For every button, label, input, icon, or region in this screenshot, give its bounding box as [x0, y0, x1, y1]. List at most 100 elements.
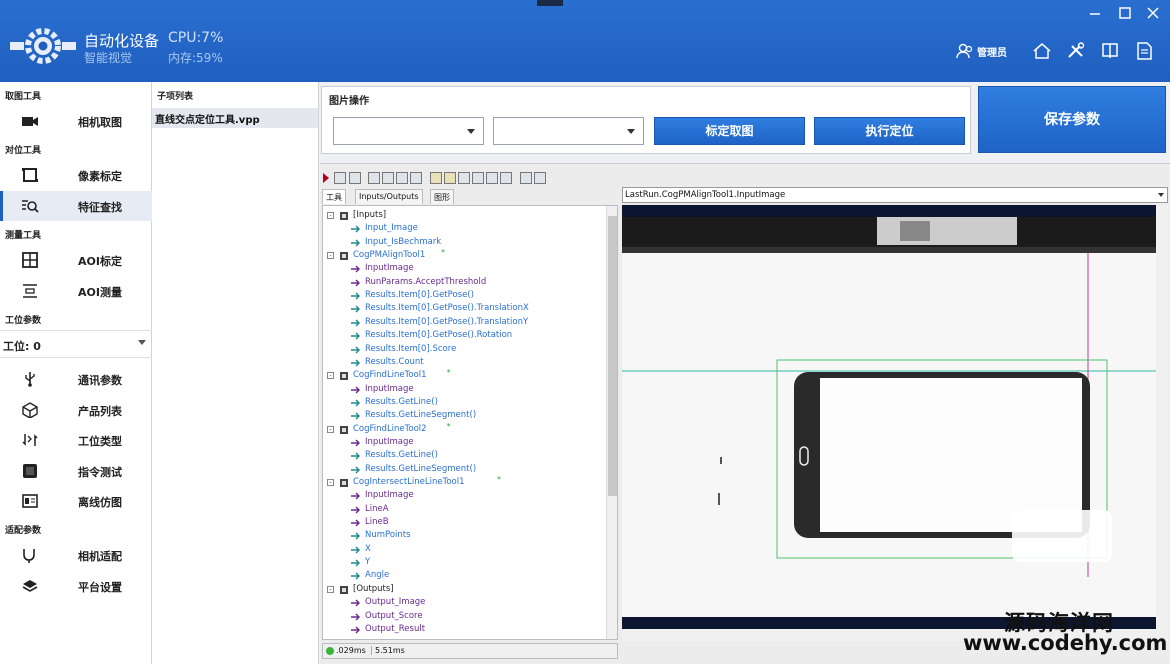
- gear-logo-icon: [10, 28, 76, 64]
- chevron-down-icon[interactable]: [1158, 193, 1164, 197]
- station-select[interactable]: 工位: 0: [0, 330, 152, 358]
- collapse-icon[interactable]: -: [327, 479, 334, 486]
- measure-icon: [23, 284, 37, 298]
- sidebar-item-feature-search[interactable]: 特征查找: [0, 191, 152, 221]
- toolbar-icon[interactable]: [458, 172, 470, 184]
- open-icon[interactable]: [368, 172, 380, 184]
- tree-node-label: Results.Item[0].GetPose().Rotation: [365, 330, 513, 341]
- toolbar-icon[interactable]: [472, 172, 484, 184]
- terminal-arrow-icon: [351, 279, 360, 287]
- toolbar-icon[interactable]: [349, 172, 361, 184]
- tree-node-label: Output_Score: [365, 610, 423, 621]
- close-icon[interactable]: [1142, 6, 1164, 24]
- toolbar-icon[interactable]: [500, 172, 512, 184]
- minimize-icon[interactable]: [1084, 6, 1106, 24]
- sidebar-item-platform-settings[interactable]: 平台设置: [0, 571, 152, 601]
- collapse-icon[interactable]: -: [327, 585, 334, 593]
- toolbar-icon[interactable]: [430, 172, 442, 184]
- tool-node-icon: [340, 372, 348, 381]
- image-select-1[interactable]: [333, 117, 484, 145]
- image-vscrollbar[interactable]: [1156, 205, 1168, 629]
- sidebar-item-command-test[interactable]: 指令测试: [0, 456, 152, 486]
- list-item[interactable]: 直线交点定位工具.vpp: [152, 108, 318, 128]
- sidebar-item-pixel-calibration[interactable]: 像素标定: [0, 160, 152, 190]
- execute-locate-button[interactable]: 执行定位: [814, 117, 965, 145]
- image-display[interactable]: [622, 205, 1156, 629]
- terminal-arrow-icon: [351, 346, 360, 353]
- tools-icon[interactable]: [1066, 42, 1086, 60]
- tree-node-label: Output_Image: [365, 597, 426, 608]
- grid-icon: [22, 252, 38, 268]
- chevron-down-icon[interactable]: [627, 129, 635, 134]
- home-icon[interactable]: [1032, 42, 1052, 60]
- sidebar-item-camera-adapt[interactable]: 相机适配: [0, 540, 152, 570]
- tree-node-label: Input_Image: [365, 223, 418, 234]
- header-bar: 自动化设备 智能视觉 CPU:7% 内存:59% 管理员: [0, 0, 1170, 82]
- chevron-down-icon[interactable]: [138, 340, 146, 345]
- maximize-icon[interactable]: [1114, 6, 1136, 24]
- title-bar-handle[interactable]: [537, 0, 563, 6]
- collapse-icon[interactable]: -: [327, 252, 334, 260]
- chevron-down-icon[interactable]: [467, 129, 475, 134]
- image-source-select[interactable]: LastRun.CogPMAlignTool1.InputImage: [622, 187, 1168, 203]
- run-icon[interactable]: [322, 173, 330, 183]
- tree-node-label: InputImage: [365, 263, 414, 274]
- tree-node-label: InputImage: [365, 490, 414, 501]
- sidebar-item-station-type[interactable]: 工位类型: [0, 425, 152, 455]
- memory-usage: 内存:59%: [168, 51, 223, 65]
- tab-inputs-outputs[interactable]: Inputs/Outputs: [355, 189, 423, 204]
- sidebar-item-comm-params[interactable]: 通讯参数: [0, 364, 152, 394]
- sidebar-item-product-list[interactable]: 产品列表: [0, 395, 152, 425]
- plug-icon: [23, 549, 35, 563]
- collapse-icon[interactable]: -: [327, 212, 334, 219]
- save-params-button[interactable]: 保存参数: [978, 86, 1166, 153]
- calibration-icon: [22, 168, 38, 182]
- tree-node-label: CogFindLineTool1: [353, 370, 427, 381]
- book-icon[interactable]: [1100, 42, 1120, 60]
- terminal-arrow-icon: [351, 292, 360, 300]
- calibrate-capture-button[interactable]: 标定取图: [654, 117, 805, 145]
- collapse-icon[interactable]: -: [327, 425, 334, 433]
- chart-icon[interactable]: [520, 172, 532, 184]
- document-icon[interactable]: [1134, 42, 1154, 60]
- help-icon[interactable]: [534, 172, 546, 184]
- terminal-arrow-icon: [351, 332, 360, 340]
- tree-scrollbar[interactable]: [606, 206, 617, 639]
- sidebar-item-aoi-measure[interactable]: AOI测量: [0, 276, 152, 306]
- image-select-2[interactable]: [493, 117, 644, 145]
- sidebar-item-label: 平台设置: [78, 581, 122, 594]
- user-icon[interactable]: [955, 42, 975, 60]
- tab-graphics[interactable]: 图形: [430, 189, 454, 204]
- tool-node-icon: [340, 585, 348, 594]
- admin-label[interactable]: 管理员: [977, 44, 1007, 59]
- sidebar-item-aoi-calibration[interactable]: AOI标定: [0, 245, 152, 275]
- feature-search-icon: [22, 200, 39, 213]
- sub-list-header: 子项列表: [157, 92, 194, 102]
- toolbar-icon[interactable]: [396, 172, 408, 184]
- tree-node-label: LineB: [365, 517, 389, 528]
- sidebar-item-offline-sim[interactable]: 离线仿图: [0, 486, 152, 516]
- undo-icon[interactable]: [410, 172, 422, 184]
- terminal-arrow-icon: [351, 559, 360, 567]
- cube-icon: [22, 402, 38, 418]
- modified-star: *: [441, 248, 445, 258]
- sidebar-item-camera-capture[interactable]: 相机取图: [0, 106, 152, 136]
- terminal-icon: [23, 464, 37, 478]
- collapse-icon[interactable]: -: [327, 372, 334, 380]
- scrollbar-thumb[interactable]: [608, 216, 617, 496]
- tree-node-label: Results.Item[0].GetPose().TranslationX: [365, 303, 529, 314]
- tree-node-label: Y: [365, 557, 371, 568]
- toolbar-icon[interactable]: [444, 172, 456, 184]
- sub-item-list: 子项列表 直线交点定位工具.vpp: [152, 82, 319, 664]
- status-bar: .029ms 5.51ms: [322, 643, 618, 659]
- tree-node-label: Results.GetLine(): [365, 450, 438, 461]
- terminal-arrow-icon: [351, 319, 360, 327]
- save-icon[interactable]: [382, 172, 394, 184]
- image-icon: [22, 494, 38, 508]
- app-window: 自动化设备 智能视觉 CPU:7% 内存:59% 管理员 取图工具 相机取图 对…: [0, 0, 1170, 664]
- terminal-arrow-icon: [351, 546, 360, 554]
- toolbar-icon[interactable]: [486, 172, 498, 184]
- terminal-arrow-icon: [351, 412, 360, 420]
- tab-tools[interactable]: 工具: [322, 189, 346, 204]
- toolbar-icon[interactable]: [334, 172, 346, 184]
